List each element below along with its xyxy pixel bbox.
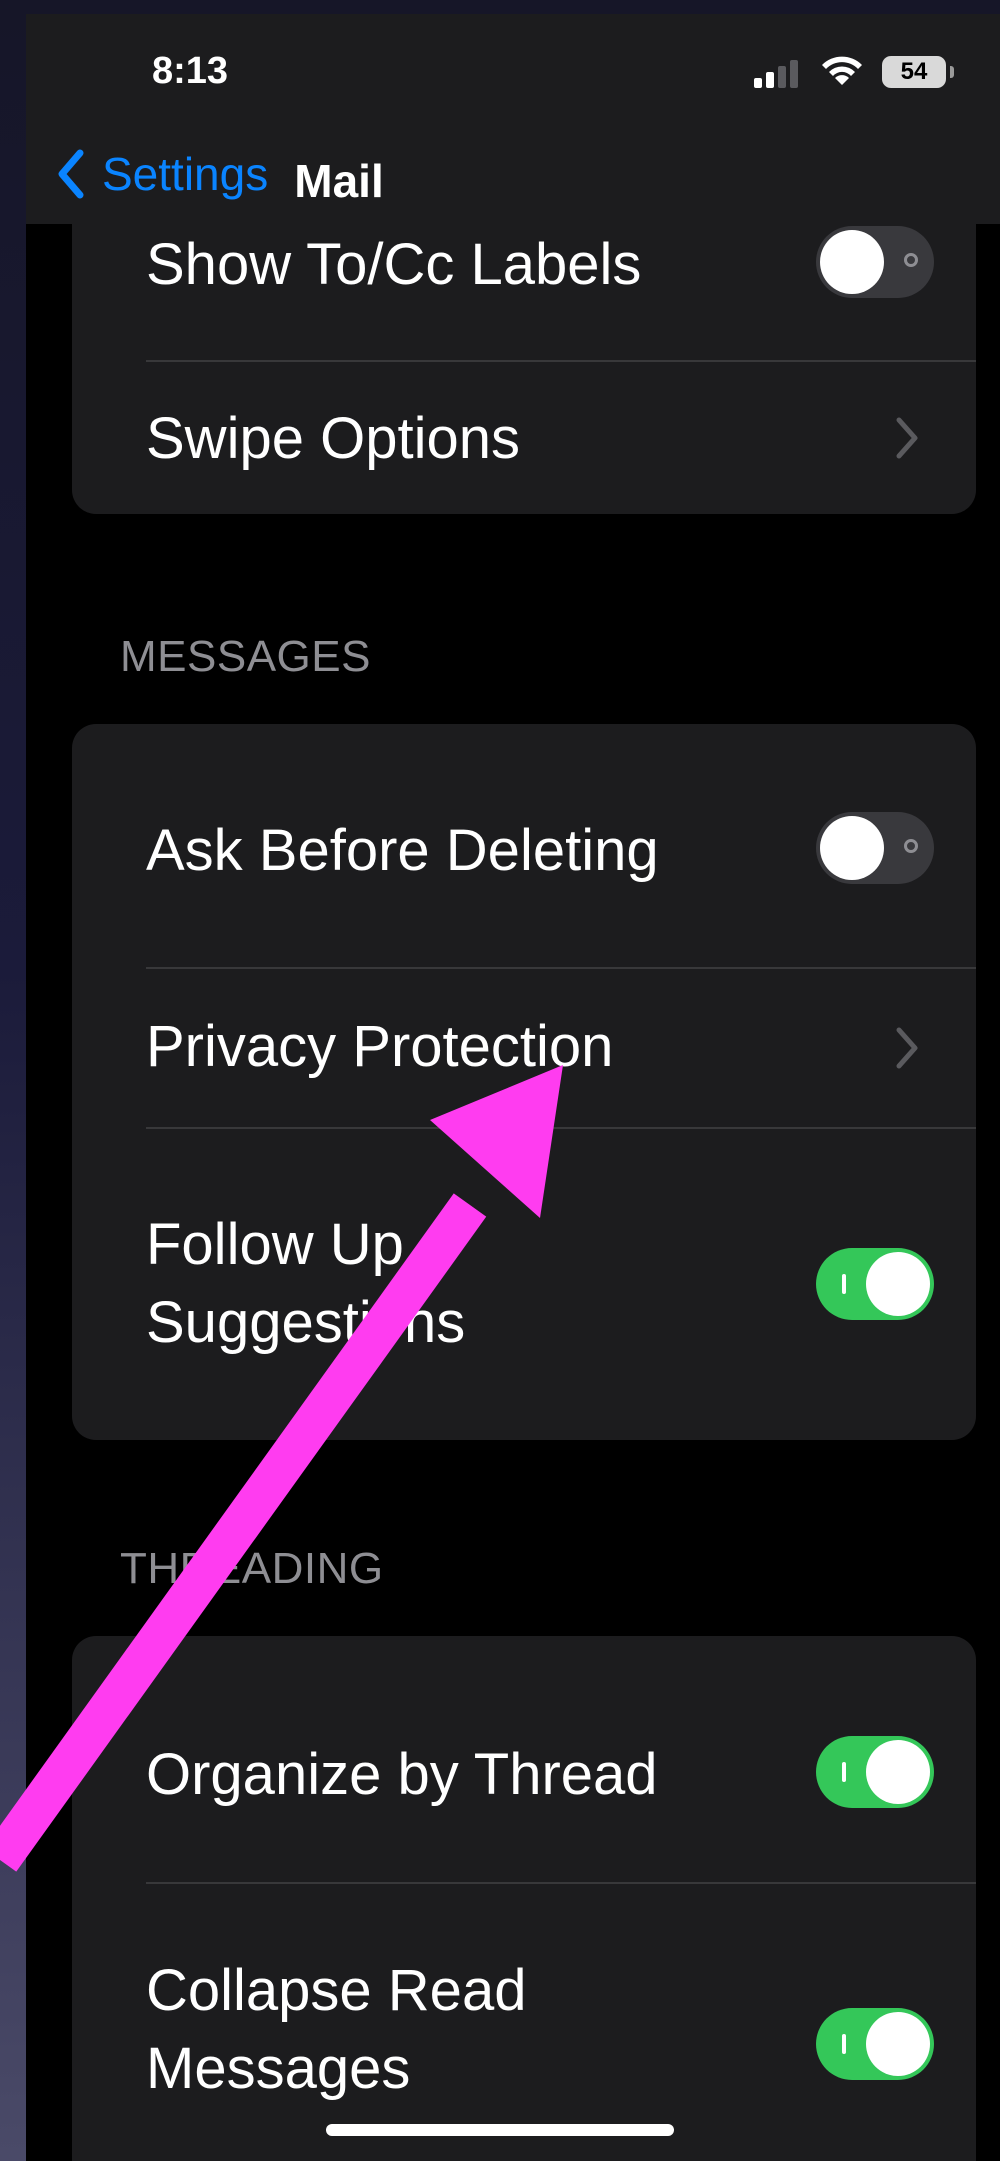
group-messages: Ask Before Deleting Privacy Protection F… xyxy=(72,724,976,1440)
wifi-icon xyxy=(822,56,862,85)
status-time: 8:13 xyxy=(152,50,229,92)
row-label: Ask Before Deleting xyxy=(146,818,659,883)
settings-screen: 8:13 54 Settings Mail Show To/Cc Labels … xyxy=(26,14,1000,2161)
section-header-threading: THREADING xyxy=(120,1544,384,1593)
row-label: Follow Up Suggestions xyxy=(146,1206,465,1362)
chevron-right-icon xyxy=(896,1027,918,1069)
show-to-cc-labels-toggle[interactable] xyxy=(816,226,934,298)
toggle-knob xyxy=(866,1740,930,1804)
toggle-on-mark xyxy=(842,1762,846,1782)
collapse-read-messages-toggle[interactable] xyxy=(816,2008,934,2080)
cellular-signal-icon xyxy=(754,58,800,88)
row-label: Collapse Read Messages xyxy=(146,1952,526,2108)
row-ask-before-deleting[interactable]: Ask Before Deleting xyxy=(72,724,976,968)
section-header-messages: MESSAGES xyxy=(120,632,371,681)
row-label: Swipe Options xyxy=(146,406,520,471)
toggle-on-mark xyxy=(842,2034,846,2054)
toggle-knob xyxy=(820,816,884,880)
toggle-knob xyxy=(820,230,884,294)
toggle-off-mark xyxy=(904,253,918,267)
toggle-off-mark xyxy=(904,839,918,853)
row-follow-up-suggestions[interactable]: Follow Up Suggestions xyxy=(72,1128,976,1440)
row-organize-by-thread[interactable]: Organize by Thread xyxy=(72,1636,976,1884)
follow-up-suggestions-toggle[interactable] xyxy=(816,1248,934,1320)
chevron-right-icon xyxy=(896,417,918,459)
row-swipe-options[interactable]: Swipe Options xyxy=(72,362,976,514)
row-label: Privacy Protection xyxy=(146,1014,614,1079)
row-label-line2: Suggestions xyxy=(146,1290,466,1355)
organize-by-thread-toggle[interactable] xyxy=(816,1736,934,1808)
row-privacy-protection[interactable]: Privacy Protection xyxy=(72,968,976,1128)
home-indicator[interactable] xyxy=(326,2124,674,2136)
battery-icon: 54 xyxy=(882,56,954,88)
page-title-text: Mail xyxy=(294,155,384,207)
toggle-knob xyxy=(866,2012,930,2076)
row-label-line1: Collapse Read xyxy=(146,1958,527,2023)
row-collapse-read-messages[interactable]: Collapse Read Messages xyxy=(72,1884,976,2161)
row-label: Show To/Cc Labels xyxy=(146,232,642,297)
row-label-line2: Messages xyxy=(146,2036,411,2101)
row-label-line1: Follow Up xyxy=(146,1212,404,1277)
group-threading: Organize by Thread Collapse Read Message… xyxy=(72,1636,976,2161)
page-title: Mail xyxy=(26,154,826,208)
ask-before-deleting-toggle[interactable] xyxy=(816,812,934,884)
toggle-knob xyxy=(866,1252,930,1316)
toggle-on-mark xyxy=(842,1274,846,1294)
row-label: Organize by Thread xyxy=(146,1742,658,1807)
status-icons: 54 xyxy=(730,54,954,90)
top-bar: 8:13 54 Settings Mail xyxy=(26,14,1000,224)
